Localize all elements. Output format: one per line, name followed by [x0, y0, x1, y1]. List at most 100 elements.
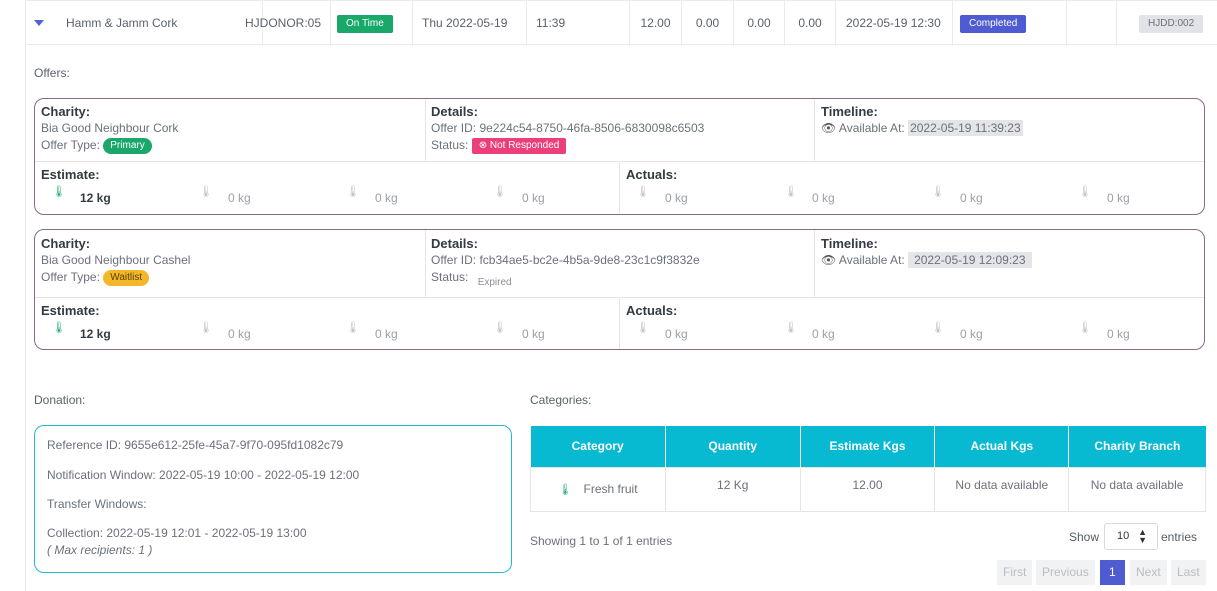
available-label: Available At:: [838, 121, 905, 135]
col-charity-branch[interactable]: Charity Branch: [1068, 426, 1206, 467]
estimate-kg-2: 0 kg: [228, 327, 251, 341]
pager-next[interactable]: Next: [1130, 560, 1167, 585]
sort-arrows-icon: ▲ ▼: [1138, 527, 1147, 545]
page-size-value: 10: [1117, 530, 1130, 542]
row-v1: 12.00: [630, 1, 682, 46]
charity-heading: Charity:: [41, 104, 91, 119]
col-category[interactable]: Category: [530, 426, 666, 467]
notification-window: Notification Window: 2022-05-19 10:00 - …: [47, 468, 360, 482]
actuals-heading: Actuals:: [626, 167, 678, 182]
estimate-kg-4: 0 kg: [522, 191, 545, 205]
estimate-kg-4: 0 kg: [522, 327, 545, 341]
max-recipients: ( Max recipients: 1 ): [47, 543, 153, 557]
status-row: Status: ⊗ Not Responded: [431, 138, 567, 154]
pager-first[interactable]: First: [997, 560, 1033, 585]
table-row: 🌡 Fresh fruit 12 Kg 12.00 No data availa…: [530, 466, 1206, 512]
empty-cell: [1067, 1, 1117, 46]
status-label: Status:: [431, 138, 469, 153]
food-minus-icon: 🌡: [784, 186, 798, 198]
charity-name: Bia Good Neighbour Cashel: [41, 253, 191, 267]
estimate-heading: Estimate:: [41, 167, 100, 182]
offer-card: Charity: Bia Good Neighbour Cork Offer T…: [34, 98, 1205, 215]
code-cell: HJDD:002: [1117, 1, 1217, 46]
actual-kg-3: 0 kg: [960, 191, 983, 205]
offer-type-label: Offer Type:: [41, 270, 100, 285]
categories-table: Category Quantity Estimate Kgs Actual Kg…: [530, 426, 1206, 512]
row-datetime: 2022-05-19 12:30: [836, 1, 953, 46]
pager-page-1[interactable]: 1: [1100, 560, 1125, 585]
actual-kg-3: 0 kg: [960, 327, 983, 341]
transfer-windows: Transfer Windows:: [47, 497, 147, 511]
charity-heading: Charity:: [41, 236, 91, 251]
page-size-select[interactable]: 10 ▲ ▼: [1104, 523, 1158, 550]
available-row: 👁 Available At: 2022-05-19 12:09:23: [821, 252, 1032, 268]
status-row: Status: Expired: [431, 270, 512, 288]
food-waste-icon: 🌡: [493, 322, 507, 334]
estimate-kg-1: 12 kg: [80, 191, 111, 205]
food-minus-icon: 🌡: [199, 322, 213, 334]
donation-row[interactable]: Hamm & Jamm Cork HJDONOR:05 On Time Thu …: [25, 0, 1217, 46]
actual-kg-1: 0 kg: [665, 327, 688, 341]
donor-name: Hamm & Jamm Cork: [56, 1, 263, 46]
actual-kg-1: 0 kg: [665, 191, 688, 205]
food-plus-icon: 🌡: [558, 483, 573, 496]
donor-code: HJDONOR:05: [235, 1, 331, 46]
actual-cell: No data available: [934, 466, 1070, 512]
available-row: 👁 Available At: 2022-05-19 11:39:23: [821, 120, 1023, 136]
details-heading: Details:: [431, 236, 478, 251]
status-badge: Completed: [960, 14, 1027, 33]
branch-cell: No data available: [1068, 466, 1206, 512]
offer-id: Offer ID: 9e224c54-8750-46fa-8506-683009…: [431, 121, 705, 135]
eye-icon: 👁: [821, 121, 837, 135]
collection-window: Collection: 2022-05-19 12:01 - 2022-05-1…: [47, 526, 307, 540]
categories-label: Categories:: [530, 393, 592, 407]
food-waste-icon: 🌡: [493, 186, 507, 198]
food-plus-icon: 🌡: [52, 322, 66, 334]
show-label: Show: [1069, 530, 1100, 544]
timeline-heading: Timeline:: [821, 236, 878, 251]
chevron-down-icon[interactable]: [34, 20, 44, 26]
col-quantity[interactable]: Quantity: [665, 426, 801, 467]
offers-label: Offers:: [34, 66, 70, 80]
available-time: 2022-05-19 11:39:23: [908, 120, 1023, 136]
food-plus-icon: 🌡: [52, 186, 66, 198]
food-minus-icon: 🌡: [199, 186, 213, 198]
category-cell: 🌡 Fresh fruit: [530, 466, 666, 512]
pager-previous[interactable]: Previous: [1036, 560, 1095, 585]
row-date: Thu 2022-05-19: [413, 1, 527, 46]
charity-name: Bia Good Neighbour Cork: [41, 121, 179, 135]
actual-kg-2: 0 kg: [812, 191, 835, 205]
food-plus-icon: 🌡: [636, 322, 650, 334]
row-v4: 0.00: [785, 1, 836, 46]
actual-kg-4: 0 kg: [1107, 191, 1130, 205]
actuals-heading: Actuals:: [626, 303, 678, 318]
available-label: Available At:: [838, 253, 905, 267]
food-waste-icon: 🌡: [1078, 186, 1092, 198]
offer-card: Charity: Bia Good Neighbour Cashel Offer…: [34, 229, 1205, 350]
offer-type-badge: Waitlist: [103, 270, 150, 286]
actual-kg-4: 0 kg: [1107, 327, 1130, 341]
reference-id: Reference ID: 9655e612-25fe-45a7-9f70-09…: [47, 438, 344, 452]
offer-type-row: Offer Type: Primary: [41, 138, 152, 154]
donation-details-box: Reference ID: 9655e612-25fe-45a7-9f70-09…: [34, 425, 512, 573]
row-v3: 0.00: [734, 1, 785, 46]
table-info: Showing 1 to 1 of 1 entries: [530, 534, 673, 548]
entries-label: entries: [1161, 530, 1198, 544]
col-estimate-kgs[interactable]: Estimate Kgs: [800, 426, 936, 467]
eye-icon: 👁: [821, 253, 837, 267]
offer-type-badge: Primary: [103, 138, 152, 154]
col-actual-kgs[interactable]: Actual Kgs: [934, 426, 1070, 467]
donation-code-badge: HJDD:002: [1139, 14, 1204, 33]
available-time: 2022-05-19 12:09:23: [908, 252, 1032, 268]
estimate-kg-2: 0 kg: [228, 191, 251, 205]
actual-kg-2: 0 kg: [812, 327, 835, 341]
estimate-kg-1: 12 kg: [80, 327, 111, 341]
pager-last[interactable]: Last: [1171, 560, 1206, 585]
food-minus-icon: 🌡: [784, 322, 798, 334]
table-header-row: Category Quantity Estimate Kgs Actual Kg…: [530, 426, 1206, 467]
timeline-heading: Timeline:: [821, 104, 878, 119]
estimate-heading: Estimate:: [41, 303, 100, 318]
row-time: 11:39: [527, 1, 630, 46]
timeliness-cell: On Time: [331, 1, 413, 46]
estimate-kg-3: 0 kg: [375, 191, 398, 205]
